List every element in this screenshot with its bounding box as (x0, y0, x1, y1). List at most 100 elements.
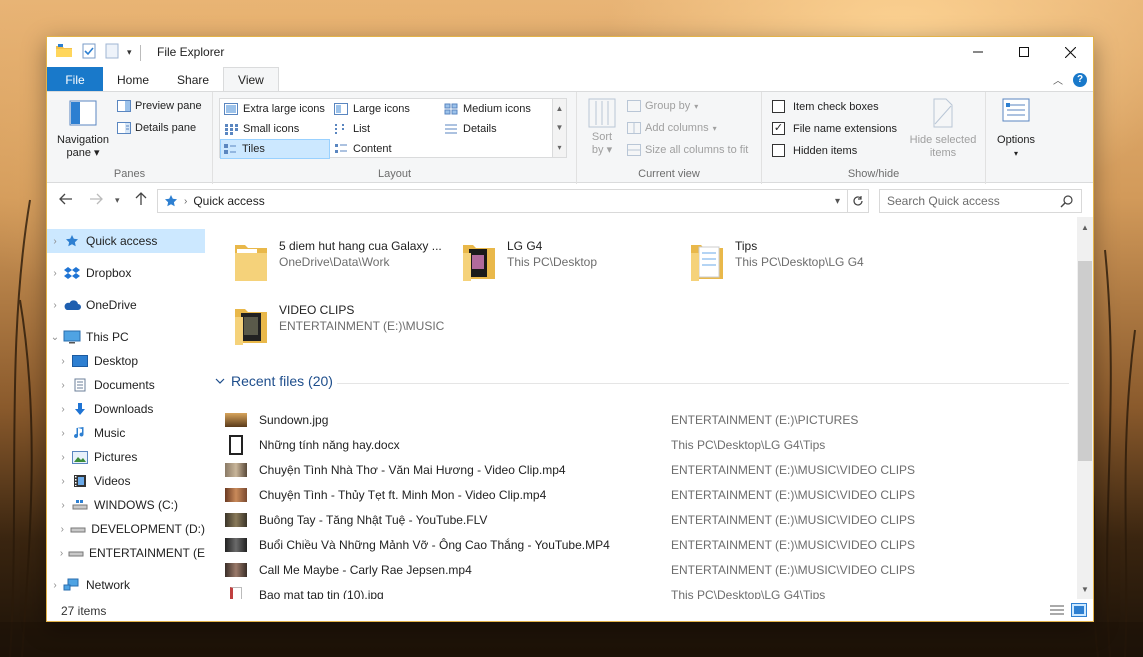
sidebar-item-downloads[interactable]: › Downloads (47, 397, 205, 421)
customize-qat-icon[interactable]: ▾ (127, 47, 132, 58)
layout-extra-large-icons[interactable]: Extra large icons (222, 99, 330, 119)
expand-chevron-icon[interactable]: › (55, 404, 71, 415)
vertical-scrollbar[interactable]: ▲ ▼ (1077, 217, 1093, 599)
recent-locations-button[interactable]: ▾ (115, 195, 120, 206)
folder-tile[interactable]: VIDEO CLIPS ENTERTAINMENT (E:)\MUSIC (233, 303, 463, 347)
layout-large-icons[interactable]: Large icons (332, 99, 440, 119)
expand-chevron-icon[interactable]: › (55, 452, 71, 463)
back-button[interactable] (59, 192, 73, 208)
file-name: Những tính năng hay.docx (259, 437, 400, 452)
folder-tile[interactable]: LG G4 This PC\Desktop (461, 239, 671, 283)
sidebar-item-dropbox[interactable]: › Dropbox (47, 261, 205, 285)
large-icons-view-icon[interactable] (1071, 603, 1087, 620)
expand-chevron-icon[interactable]: › (55, 548, 68, 559)
item-check-boxes-checkbox[interactable] (772, 100, 785, 113)
sidebar-item-windows-c[interactable]: › WINDOWS (C:) (47, 493, 205, 517)
search-input[interactable]: Search Quick access (887, 194, 1000, 208)
layout-content[interactable]: Content (332, 139, 440, 159)
expand-chevron-icon[interactable]: › (55, 500, 71, 511)
table-row[interactable]: Buổi Chiều Và Những Mảnh Vỡ - Ông Cao Th… (225, 532, 1065, 557)
search-box[interactable]: Search Quick access (879, 189, 1082, 213)
sidebar-item-quick-access[interactable]: › Quick access (47, 229, 205, 253)
sidebar-item-videos[interactable]: › Videos (47, 469, 205, 493)
table-row[interactable]: Chuyện Tình Nhà Thơ - Văn Mai Hương - Vi… (225, 457, 1065, 482)
search-icon[interactable] (1060, 194, 1074, 211)
preview-pane-button[interactable]: Preview pane (117, 100, 202, 112)
breadcrumb-quick-access[interactable]: Quick access (193, 194, 264, 208)
layout-list[interactable]: List (332, 119, 440, 139)
hidden-items-toggle[interactable]: Hidden items (772, 144, 857, 157)
scroll-down-icon[interactable]: ▼ (1077, 581, 1093, 597)
table-row[interactable]: Call Me Maybe - Carly Rae Jepsen.mp4 ENT… (225, 557, 1065, 582)
item-check-boxes-label: Item check boxes (793, 100, 879, 113)
scroll-up-icon[interactable]: ▲ (1077, 219, 1093, 235)
tab-home[interactable]: Home (103, 67, 163, 92)
table-row[interactable]: Sundown.jpg ENTERTAINMENT (E:)\PICTURES (225, 407, 1065, 432)
expand-chevron-icon[interactable]: › (55, 476, 71, 487)
expand-chevron-icon[interactable]: › (47, 236, 63, 247)
expand-chevron-icon[interactable]: › (55, 524, 70, 535)
up-button[interactable] (135, 192, 147, 209)
expand-chevron-icon[interactable]: › (47, 268, 63, 279)
table-row[interactable]: Chuyện Tình - Thủy Tẹt ft. Minh Mon - Vi… (225, 482, 1065, 507)
add-columns-button[interactable]: Add columns ▾ (627, 122, 717, 134)
group-by-button[interactable]: Group by ▾ (627, 100, 698, 112)
item-check-boxes-toggle[interactable]: Item check boxes (772, 100, 879, 113)
help-icon[interactable]: ? (1073, 72, 1087, 87)
table-row[interactable]: Bao mat tap tin (10).jpg This PC\Desktop… (225, 582, 1065, 599)
sort-by-button[interactable]: Sort by ▾ (585, 98, 619, 157)
gallery-down-icon[interactable]: ▼ (556, 123, 564, 132)
sidebar-item-desktop[interactable]: › Desktop (47, 349, 205, 373)
scrollbar-thumb[interactable] (1078, 261, 1092, 461)
expand-chevron-icon[interactable]: › (55, 428, 71, 439)
close-button[interactable] (1047, 37, 1093, 67)
sidebar-item-pictures[interactable]: › Pictures (47, 445, 205, 469)
collapse-chevron-icon[interactable] (215, 377, 225, 385)
layout-gallery-scroll[interactable]: ▲ ▼ ▾ (552, 99, 566, 157)
sidebar-item-development-d[interactable]: › DEVELOPMENT (D:) (47, 517, 205, 541)
sidebar-item-documents[interactable]: › Documents (47, 373, 205, 397)
properties-icon[interactable] (81, 43, 97, 62)
gallery-more-icon[interactable]: ▾ (557, 143, 561, 152)
recent-files-header[interactable]: Recent files (20) (215, 373, 333, 389)
new-folder-icon[interactable] (105, 43, 119, 62)
address-dropdown-icon[interactable]: ▾ (835, 196, 840, 207)
table-row[interactable]: Những tính năng hay.docx This PC\Desktop… (225, 432, 1065, 457)
address-bar[interactable]: › Quick access ▾ (157, 189, 869, 213)
tab-view[interactable]: View (223, 67, 279, 92)
tab-share[interactable]: Share (163, 67, 223, 92)
details-pane-button[interactable]: Details pane (117, 122, 196, 134)
sidebar-item-network[interactable]: › Network (47, 573, 205, 597)
details-view-icon[interactable] (1049, 603, 1065, 620)
layout-small-icons[interactable]: Small icons (222, 119, 330, 139)
sidebar-item-onedrive[interactable]: › OneDrive (47, 293, 205, 317)
sidebar-item-this-pc[interactable]: ⌄ This PC (47, 325, 205, 349)
navigation-pane-button[interactable]: Navigation pane ▾ (53, 98, 113, 160)
folder-tile[interactable]: 5 diem hut hang cua Galaxy ... OneDrive\… (233, 239, 443, 283)
layout-tiles[interactable]: Tiles (220, 139, 330, 159)
maximize-button[interactable] (1001, 37, 1047, 67)
collapse-chevron-icon[interactable]: ⌄ (47, 332, 63, 343)
minimize-button[interactable] (955, 37, 1001, 67)
file-name-extensions-toggle[interactable]: ✓ File name extensions (772, 122, 897, 135)
hide-selected-items-button[interactable]: Hide selected items (906, 98, 980, 160)
options-button[interactable]: Options ▾ (990, 98, 1042, 160)
table-row[interactable]: Buông Tay - Tăng Nhật Tuệ - YouTube.FLV … (225, 507, 1065, 532)
layout-details[interactable]: Details (442, 119, 550, 139)
sidebar-item-music[interactable]: › Music (47, 421, 205, 445)
forward-button[interactable] (89, 192, 103, 208)
expand-chevron-icon[interactable]: › (55, 380, 71, 391)
size-all-columns-button[interactable]: Size all columns to fit (627, 144, 748, 156)
expand-chevron-icon[interactable]: › (47, 580, 63, 591)
file-name-extensions-checkbox[interactable]: ✓ (772, 122, 785, 135)
sidebar-item-entertainment-e[interactable]: › ENTERTAINMENT (E (47, 541, 205, 565)
layout-medium-icons[interactable]: Medium icons (442, 99, 550, 119)
folder-tile[interactable]: Tips This PC\Desktop\LG G4 (689, 239, 899, 283)
refresh-button[interactable] (847, 189, 869, 213)
gallery-up-icon[interactable]: ▲ (556, 104, 564, 113)
hidden-items-checkbox[interactable] (772, 144, 785, 157)
expand-chevron-icon[interactable]: › (55, 356, 71, 367)
tab-file[interactable]: File (47, 67, 103, 92)
collapse-ribbon-icon[interactable]: ︿ (1053, 72, 1063, 87)
expand-chevron-icon[interactable]: › (47, 300, 63, 311)
